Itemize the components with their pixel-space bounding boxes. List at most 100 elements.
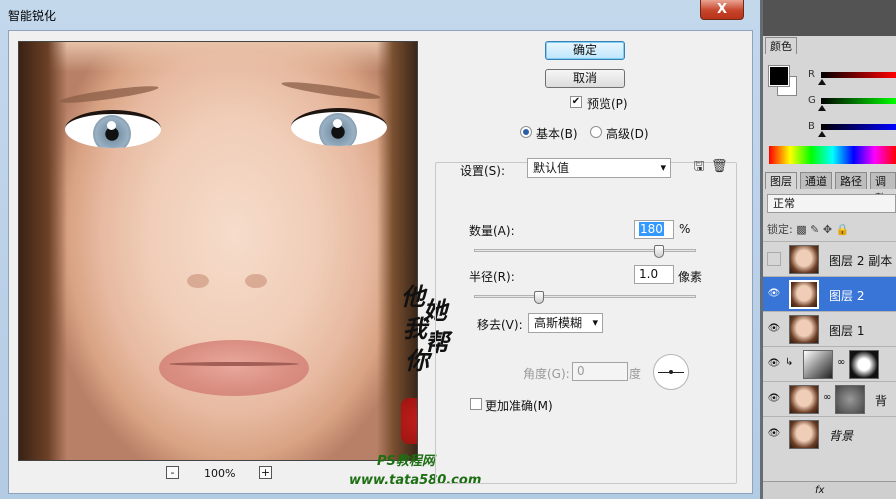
layer-row[interactable]: 图层 2 副本 <box>763 241 896 276</box>
mask-thumbnail <box>835 385 865 414</box>
layer-thumbnail <box>789 315 819 344</box>
mode-advanced-label: 高级(D) <box>606 127 649 141</box>
color-spectrum[interactable] <box>769 146 896 164</box>
channel-b-thumb[interactable] <box>818 131 826 137</box>
eye-icon[interactable]: 👁 <box>767 323 781 335</box>
lock-move-icon[interactable]: ✥ <box>823 223 832 236</box>
mode-advanced-radio[interactable] <box>590 126 602 138</box>
lock-brush-icon[interactable]: ✎ <box>810 223 819 236</box>
tab-layers[interactable]: 图层 <box>765 172 797 189</box>
preview-nostril <box>245 274 267 288</box>
layer-row[interactable]: 👁 ↳ ∞ <box>763 346 896 381</box>
layer-row[interactable]: 👁 ∞ 背 <box>763 381 896 416</box>
close-icon: X <box>716 2 728 17</box>
eye-icon[interactable]: 👁 <box>767 358 781 370</box>
channel-g-thumb[interactable] <box>818 105 826 111</box>
preview-eye-right <box>291 108 387 146</box>
layer-name: 背景 <box>829 429 854 443</box>
channel-b-label: B <box>808 121 815 132</box>
tab-paths[interactable]: 路径 <box>835 172 867 189</box>
radius-slider[interactable] <box>474 295 696 298</box>
channel-b-slider[interactable] <box>821 124 896 130</box>
mask-thumbnail <box>849 350 879 379</box>
save-settings-icon[interactable]: 🖫 <box>691 159 707 175</box>
layer-row-background[interactable]: 👁 背景 <box>763 416 896 449</box>
channel-r-slider[interactable] <box>821 72 896 78</box>
preview-iris <box>319 113 357 146</box>
delete-settings-icon[interactable]: 🗑 <box>711 159 728 175</box>
preview-brow-left <box>58 83 160 106</box>
layers-panel-footer: fx <box>763 481 896 499</box>
eye-icon[interactable]: 👁 <box>767 393 781 405</box>
zoom-in-button[interactable]: + <box>259 466 272 479</box>
angle-unit: 度 <box>629 367 642 381</box>
preview-forehead <box>19 42 417 72</box>
mode-basic-radio[interactable] <box>520 126 532 138</box>
lock-label: 锁定: <box>767 223 793 236</box>
lock-all-icon[interactable]: 🔒 <box>836 223 850 236</box>
link-icon: ∞ <box>823 392 832 403</box>
settings-select[interactable]: 默认值 <box>527 158 671 178</box>
more-accurate-checkbox[interactable] <box>470 398 482 410</box>
cancel-button[interactable]: 取消 <box>545 69 625 88</box>
channel-r-thumb[interactable] <box>818 79 826 85</box>
link-icon: ∞ <box>837 357 846 368</box>
angle-label: 角度(G): <box>523 367 570 381</box>
tab-color[interactable]: 颜色 <box>765 37 797 54</box>
dialog-titlebar[interactable]: 智能锐化 X <box>0 0 761 32</box>
clip-arrow-icon: ↳ <box>785 357 794 368</box>
remove-label: 移去(V): <box>477 318 523 332</box>
blend-mode-select[interactable]: 正常 <box>767 194 896 213</box>
visibility-toggle[interactable] <box>767 252 781 266</box>
tab-adjustments[interactable]: 调整 <box>870 172 896 205</box>
channel-g-label: G <box>808 95 816 106</box>
layer-thumbnail <box>789 385 819 414</box>
radius-unit: 像素 <box>678 270 703 284</box>
amount-unit: % <box>679 222 691 236</box>
zoom-out-button[interactable]: - <box>166 466 179 479</box>
remove-select[interactable]: 高斯模糊 <box>528 313 603 333</box>
dialog-client: 他 她 我 帮 你 PS教程网 www.tata580.com - 100% +… <box>8 30 753 494</box>
amount-input[interactable]: 180 <box>634 220 674 239</box>
amount-label: 数量(A): <box>469 224 515 238</box>
preview-lips <box>159 340 309 396</box>
amount-slider-thumb[interactable] <box>653 245 664 258</box>
radius-label: 半径(R): <box>469 270 515 284</box>
layer-thumbnail <box>789 420 819 449</box>
ok-button[interactable]: 确定 <box>545 41 625 60</box>
layer-name: 背 <box>875 394 888 408</box>
preview-checkbox[interactable]: ✔ <box>570 96 582 108</box>
layer-row-selected[interactable]: 👁 图层 2 <box>763 276 896 311</box>
preview-iris <box>93 115 131 148</box>
panel-dock-header <box>763 0 896 36</box>
channel-r-label: R <box>808 69 815 80</box>
layer-name: 图层 2 <box>829 289 865 303</box>
radius-slider-thumb[interactable] <box>533 291 544 304</box>
lock-row: 锁定: ▩ ✎ ✥ 🔒 <box>767 221 849 237</box>
eye-icon[interactable]: 👁 <box>767 288 781 300</box>
layer-row[interactable]: 👁 图层 1 <box>763 311 896 346</box>
radius-input[interactable]: 1.0 <box>634 265 674 284</box>
layer-thumbnail <box>789 280 819 309</box>
preview-image[interactable] <box>18 41 418 461</box>
eye-icon[interactable]: 👁 <box>767 428 781 440</box>
channel-g-slider[interactable] <box>821 98 896 104</box>
watermark-char: 你 <box>405 346 429 375</box>
settings-label: 设置(S): <box>460 164 506 178</box>
smart-sharpen-dialog: 智能锐化 X 他 她 我 帮 你 PS教程网 www.tata580.com -… <box>0 0 761 499</box>
fx-icon[interactable]: fx <box>815 485 824 496</box>
angle-input[interactable]: 0 <box>572 362 628 381</box>
angle-dial[interactable] <box>653 354 689 390</box>
foreground-color-swatch[interactable] <box>768 65 790 87</box>
mode-basic-label: 基本(B) <box>536 127 578 141</box>
tab-channels[interactable]: 通道 <box>800 172 832 189</box>
watermark-char: 他 <box>401 282 425 311</box>
adjustment-thumbnail <box>803 350 833 379</box>
lock-pixels-icon[interactable]: ▩ <box>796 223 806 236</box>
close-button[interactable]: X <box>700 0 744 20</box>
layer-name: 图层 2 副本 <box>829 254 893 268</box>
check-icon: ✔ <box>571 96 581 107</box>
preview-eye-left <box>65 110 161 148</box>
photoshop-panels: 颜色 R G B 图层 通道 路径 调整 正常 锁定: ▩ ✎ ✥ 🔒 图层 2… <box>763 0 896 499</box>
preview-lip-line <box>169 362 299 366</box>
